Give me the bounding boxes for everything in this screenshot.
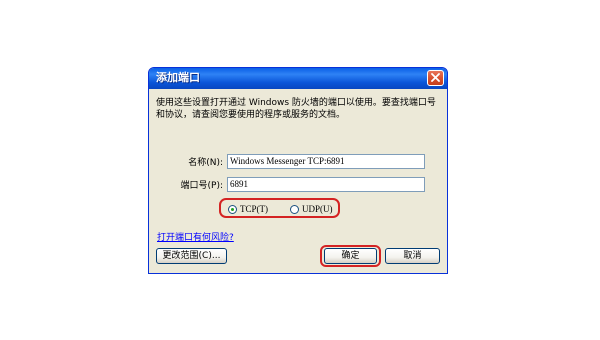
- name-label: 名称(N):: [188, 158, 223, 168]
- title-bar[interactable]: 添加端口: [149, 68, 447, 89]
- dialog-title: 添加端口: [156, 71, 200, 84]
- name-input[interactable]: Windows Messenger TCP:6891: [227, 154, 425, 169]
- udp-radio-label: UDP(U): [302, 204, 333, 214]
- close-icon: [431, 73, 440, 82]
- port-input[interactable]: 6891: [227, 177, 425, 192]
- tcp-radio[interactable]: TCP(T): [228, 203, 268, 215]
- ok-button[interactable]: 确定: [324, 248, 377, 264]
- udp-radio[interactable]: UDP(U): [290, 203, 333, 215]
- change-scope-button[interactable]: 更改范围(C)...: [156, 248, 227, 264]
- udp-radio-indicator: [290, 204, 299, 214]
- tcp-radio-indicator: [228, 204, 237, 214]
- close-button[interactable]: [427, 70, 444, 86]
- port-risk-link[interactable]: 打开端口有何风险?: [157, 232, 234, 244]
- protocol-group-highlight: TCP(T) UDP(U): [219, 198, 340, 218]
- dialog-description: 使用这些设置打开通过 Windows 防火墙的端口以使用。要查找端口号和协议，请…: [156, 98, 436, 120]
- port-label: 端口号(P):: [180, 181, 223, 191]
- cancel-button[interactable]: 取消: [385, 248, 440, 264]
- tcp-radio-label: TCP(T): [240, 204, 268, 214]
- add-port-dialog: 添加端口 使用这些设置打开通过 Windows 防火墙的端口以使用。要查找端口号…: [148, 67, 448, 274]
